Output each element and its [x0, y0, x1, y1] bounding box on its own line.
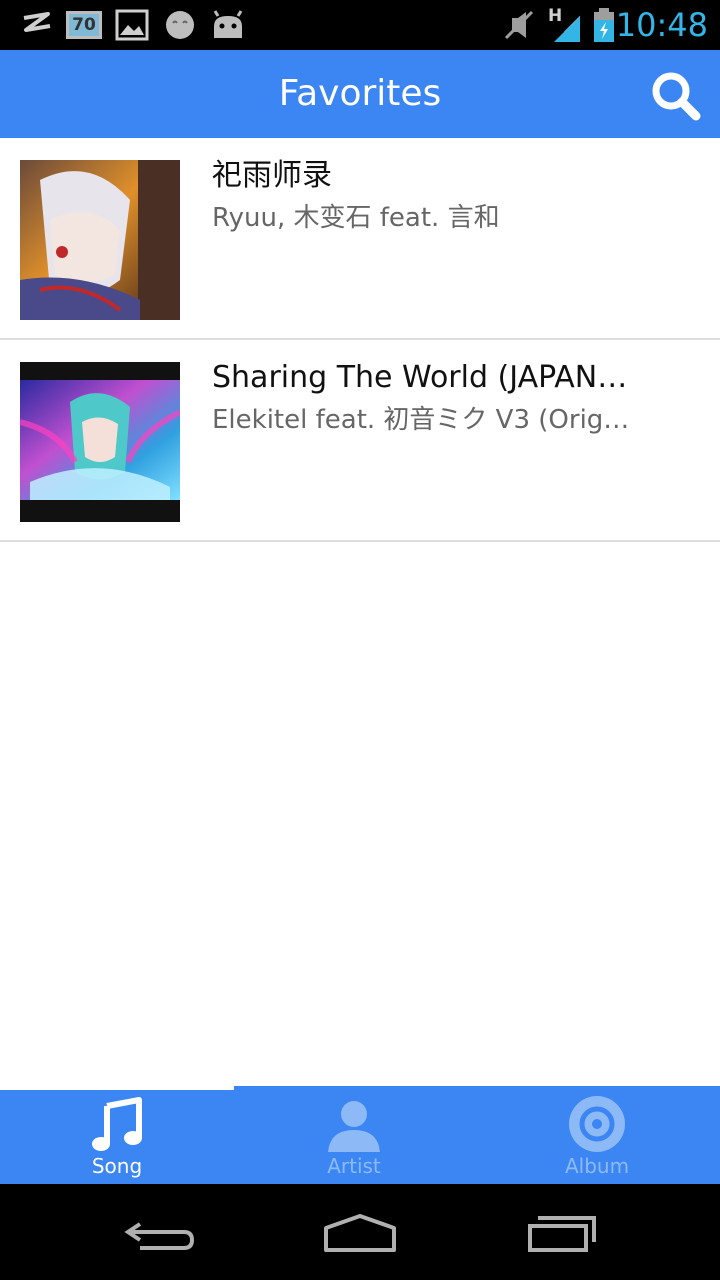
song-item[interactable]: Sharing The World (JAPANESE ver.) Elekit… — [0, 340, 720, 542]
battery-badge-icon: 70 — [66, 11, 102, 39]
battery-badge-value: 70 — [72, 15, 96, 35]
music-note-icon — [92, 1097, 142, 1151]
song-artist: Elekitel feat. 初音ミク V3 (Original) — [212, 405, 632, 435]
mute-icon — [504, 10, 534, 40]
status-bar: 70 H 10:48 — [0, 0, 720, 50]
system-nav-bar — [0, 1184, 720, 1280]
song-title: 祀雨师录 — [212, 158, 332, 193]
disc-icon — [569, 1096, 625, 1152]
tab-label: Artist — [327, 1154, 381, 1178]
song-item[interactable]: 祀雨师录 Ryuu, 木变石 feat. 言和 — [0, 138, 720, 340]
notification-icon — [23, 12, 51, 32]
person-icon — [328, 1101, 380, 1152]
tab-album[interactable]: Album — [474, 1086, 720, 1184]
home-icon[interactable] — [320, 1202, 400, 1262]
song-title: Sharing The World (JAPANESE ver.) — [212, 360, 642, 395]
song-list: 祀雨师录 Ryuu, 木变石 feat. 言和 Sharing The Worl… — [0, 138, 720, 542]
status-time: 10:48 — [615, 6, 708, 44]
tab-label: Album — [564, 1154, 630, 1178]
search-icon[interactable] — [648, 68, 704, 124]
image-icon — [115, 9, 149, 41]
tab-label: Song — [91, 1154, 143, 1178]
android-icon — [213, 10, 243, 38]
song-artist: Ryuu, 木变石 feat. 言和 — [212, 203, 500, 233]
emoji-icon — [166, 11, 194, 39]
tab-song[interactable]: Song — [0, 1086, 234, 1184]
album-art-thumbnail — [20, 362, 180, 522]
recents-icon[interactable] — [522, 1202, 602, 1262]
battery-icon — [594, 8, 614, 42]
back-icon[interactable] — [120, 1202, 200, 1262]
bottom-tab-bar: Song Artist Album — [0, 1086, 720, 1184]
app-bar: Favorites — [0, 50, 720, 138]
tab-artist[interactable]: Artist — [234, 1086, 474, 1184]
album-art-thumbnail — [20, 160, 180, 320]
network-type-label: H — [548, 6, 563, 26]
page-title: Favorites — [278, 73, 442, 114]
